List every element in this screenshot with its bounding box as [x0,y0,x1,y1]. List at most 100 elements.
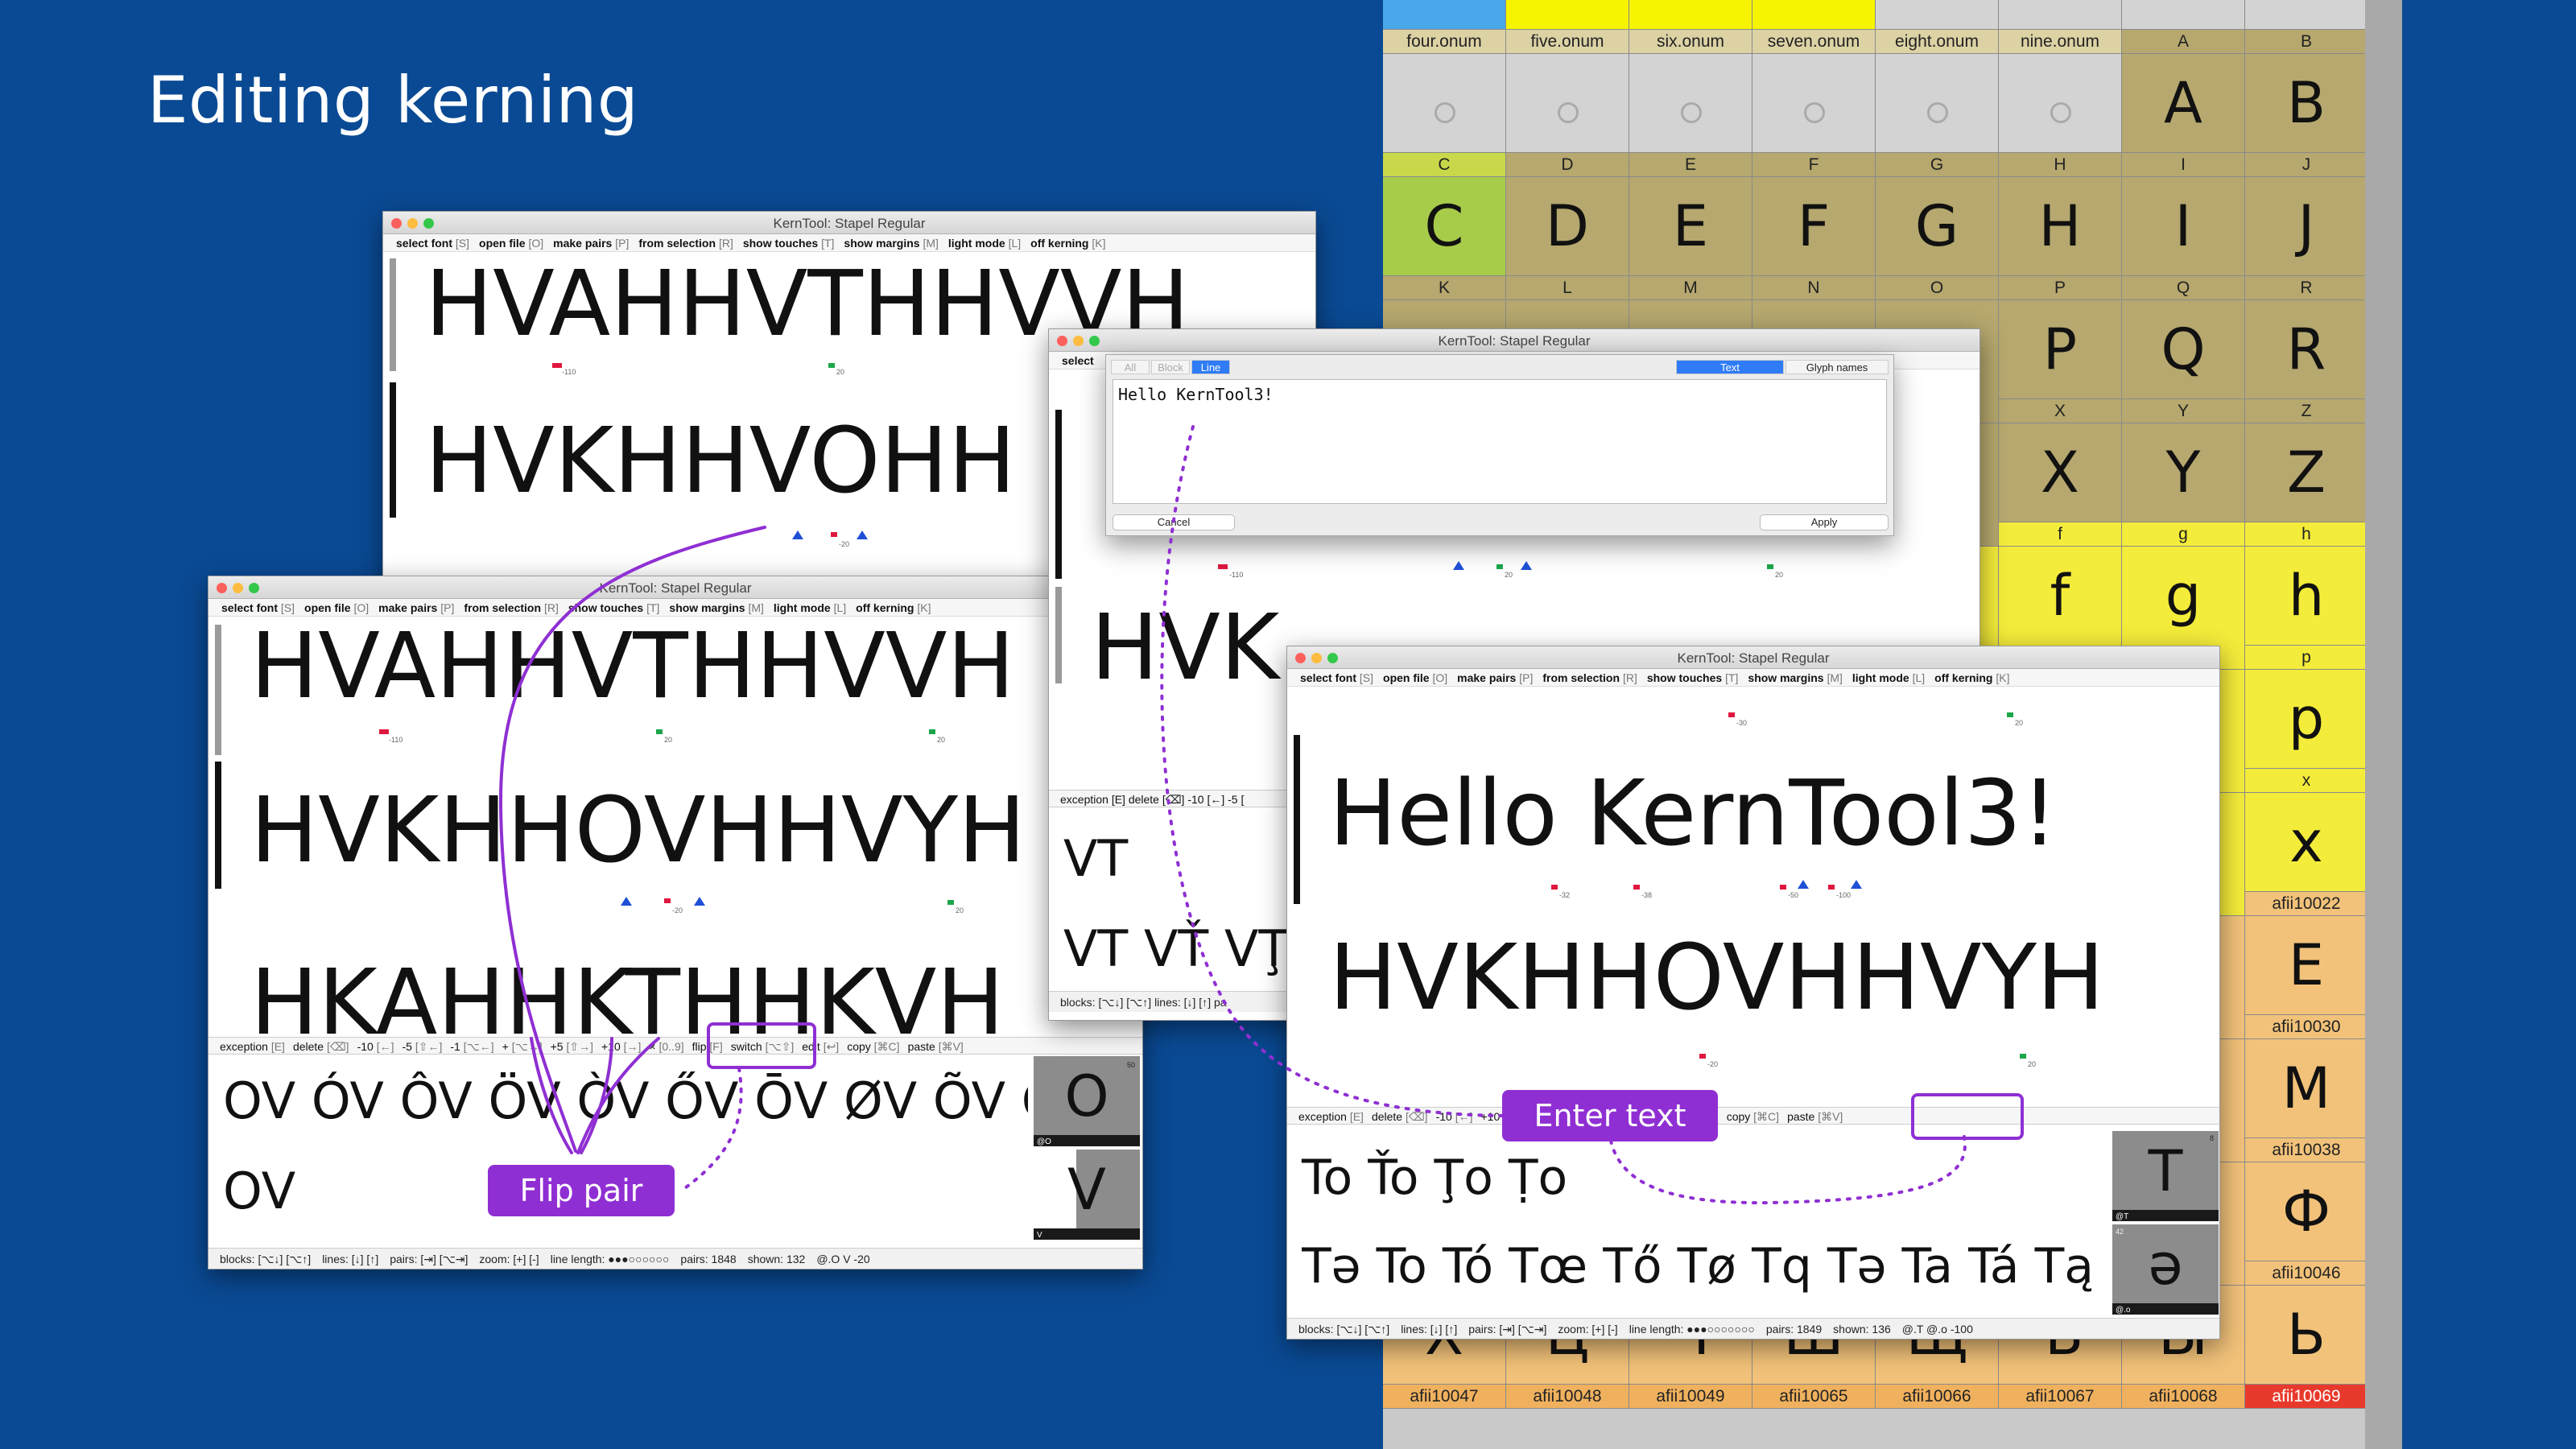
pairs-line-2[interactable]: VT VŤ VŢ [1063,917,1289,981]
glyph-cell[interactable]: px [2245,670,2365,793]
kerntool-window-right[interactable]: KernTool: Stapel Regular select font [S]… [1286,646,2220,1340]
toolbar-button[interactable]: paste [⌘V] [1787,1110,1843,1123]
glyph-cell[interactable]: Zh [2245,423,2365,547]
glyph-grid-scrollbar[interactable] [2365,0,2402,1449]
glyph-cell[interactable]: RZ [2245,300,2365,423]
glyph-cell[interactable]: G [1876,54,1999,177]
menu-item[interactable]: light mode [L] [774,601,846,614]
toolbar-button[interactable]: × [0..9] [649,1040,683,1053]
mode-text[interactable]: Text [1676,360,1784,374]
toolbar-button[interactable]: copy [⌘C] [1727,1110,1779,1123]
glyph-cell[interactable]: hp [2245,547,2365,670]
toolbar-button[interactable]: -10 [←] [1436,1110,1473,1123]
titlebar[interactable]: KernTool: Stapel Regular [1049,329,1979,352]
menu-item[interactable]: from selection [R] [1542,671,1637,684]
toolbar-button[interactable]: paste [⌘V] [908,1040,964,1053]
glyph-cell[interactable]: Мafii10038 [2245,1039,2365,1162]
glyph-cell[interactable]: Ьafii10069 [2245,1286,2365,1409]
menu-item[interactable]: show touches [T] [568,601,660,614]
mode-glyph-names[interactable]: Glyph names [1785,360,1889,374]
glyph-cell[interactable]: JR [2245,177,2365,300]
segment-line[interactable]: Line [1191,360,1230,374]
glyph-cell[interactable]: GO [1876,177,1999,300]
text-line-3[interactable]: HKAHHKTHHKVH [250,955,1142,1040]
glyph-cell[interactable]: Еafii10030 [2245,916,2365,1039]
kerntool-window-left[interactable]: KernTool: Stapel Regular select font [S]… [208,576,1143,1269]
menu-item[interactable]: off kerning [K] [856,601,931,614]
menu-item[interactable]: from selection [R] [638,237,733,250]
menu-item[interactable]: show margins [M] [844,237,938,250]
glyph-cell[interactable]: PX [1999,300,2122,423]
segment-block[interactable]: Block [1151,360,1190,374]
apply-button[interactable]: Apply [1760,514,1889,530]
toolbar-button[interactable]: +5 [⇧→] [551,1040,593,1053]
cancel-button[interactable]: Cancel [1113,514,1235,530]
glyph-cell[interactable]: 6 four.onum [1383,0,1506,54]
kern-toolbar[interactable]: exception [E] delete [⌫] -10 [←] -5 [⇧←] -1 … [208,1037,1142,1055]
menu-item[interactable]: make pairs [P] [1457,671,1533,684]
glyph-cell[interactable]: eight.onum [1876,0,1999,54]
glyph-cell[interactable]: E [1629,54,1752,177]
menu-select-font[interactable]: select [1062,354,1094,367]
text-line-1[interactable]: Hello KernTool3! [1329,766,2219,862]
menu-item[interactable]: light mode [L] [948,237,1021,250]
pairs-line-1[interactable]: To Ťo Ţo Ṭo [1302,1146,1567,1210]
pairs-line-2[interactable]: OV [223,1159,295,1224]
toolbar-button[interactable]: delete [⌫] [1372,1110,1428,1123]
toolbar-button[interactable]: -1 [⌥←] [450,1040,493,1053]
titlebar[interactable]: KernTool: Stapel Regular [383,212,1315,234]
glyph-cell[interactable]: A [2122,0,2245,54]
menubar[interactable]: select font [S] open file [O] make pairs [… [1287,669,2219,687]
pairs-line-2[interactable]: Tə To Tó Tœ Tő Tø Tq Tə Ta Tá Tą Tå [1302,1234,2107,1298]
glyph-cell[interactable]: Фafii10046 [2245,1162,2365,1286]
segment-all[interactable]: All [1111,360,1150,374]
menu-item[interactable]: select font [S] [1300,671,1373,684]
glyph-cell[interactable]: HP [1999,177,2122,300]
text-line-2[interactable]: HVKHHOVHHVYH [1329,930,2219,1026]
menubar[interactable]: select font [S] open file [O] make pairs [… [208,599,1142,617]
toolbar-button[interactable]: exception [E] [220,1040,285,1053]
glyph-cell[interactable]: x afii10022 [2245,793,2365,916]
menu-item[interactable]: show margins [M] [669,601,763,614]
glyph-cell[interactable]: CK [1383,177,1506,300]
glyph-cell[interactable]: BJ [2245,54,2365,177]
glyph-cell[interactable]: F [1752,54,1876,177]
menu-item[interactable]: light mode [L] [1852,671,1925,684]
menu-item[interactable]: make pairs [P] [553,237,629,250]
menu-item[interactable]: show touches [T] [1647,671,1739,684]
glyph-cell[interactable]: 8 six.onum [1629,0,1752,54]
toolbar-button[interactable]: + [⌥→] [502,1040,543,1053]
menu-item[interactable]: off kerning [K] [1934,671,2009,684]
toolbar-button[interactable]: -5 [⇧←] [402,1040,442,1053]
pairs-line-1[interactable]: VT [1063,827,1128,891]
menu-item[interactable]: make pairs [P] [378,601,454,614]
glyph-cell[interactable]: IQ [2122,177,2245,300]
glyph-cell[interactable]: Yg [2122,423,2245,547]
menu-item[interactable]: open file [O] [1383,671,1447,684]
glyph-cell[interactable]: B [2245,0,2365,54]
text-line-1[interactable]: HVAHHVTHHVVH [250,618,1142,715]
titlebar[interactable]: KernTool: Stapel Regular [1287,646,2219,669]
glyph-cell[interactable]: FN [1752,177,1876,300]
toolbar-button[interactable]: +10 [→] [601,1040,641,1053]
menu-item[interactable]: off kerning [K] [1030,237,1105,250]
kern-toolbar[interactable]: exception [E]delete [⌫]-10 [←]+10 [→]× [… [1287,1107,2219,1125]
toolbar-button[interactable]: copy [⌘C] [847,1040,899,1053]
glyph-cell[interactable]: nine.onum [1999,0,2122,54]
text-input[interactable]: Hello KernTool3! [1113,379,1887,504]
toolbar-button[interactable]: -10 [←] [357,1040,394,1053]
glyph-cell[interactable]: QY [2122,300,2245,423]
menu-item[interactable]: select font [S] [396,237,469,250]
glyph-cell[interactable]: AI [2122,54,2245,177]
menu-item[interactable]: select font [S] [221,601,295,614]
glyph-cell[interactable]: H [1999,54,2122,177]
menu-item[interactable]: show touches [T] [743,237,835,250]
toolbar-button[interactable]: delete [⌫] [293,1040,349,1053]
menu-item[interactable]: open file [O] [479,237,543,250]
glyph-cell[interactable]: C [1383,54,1506,177]
glyph-cell[interactable]: DL [1506,177,1629,300]
menu-item[interactable]: show margins [M] [1748,671,1842,684]
menu-item[interactable]: from selection [R] [464,601,558,614]
glyph-cell[interactable]: D [1506,54,1629,177]
text-line-2[interactable]: HVKHHOVHHVYH [250,782,1142,879]
